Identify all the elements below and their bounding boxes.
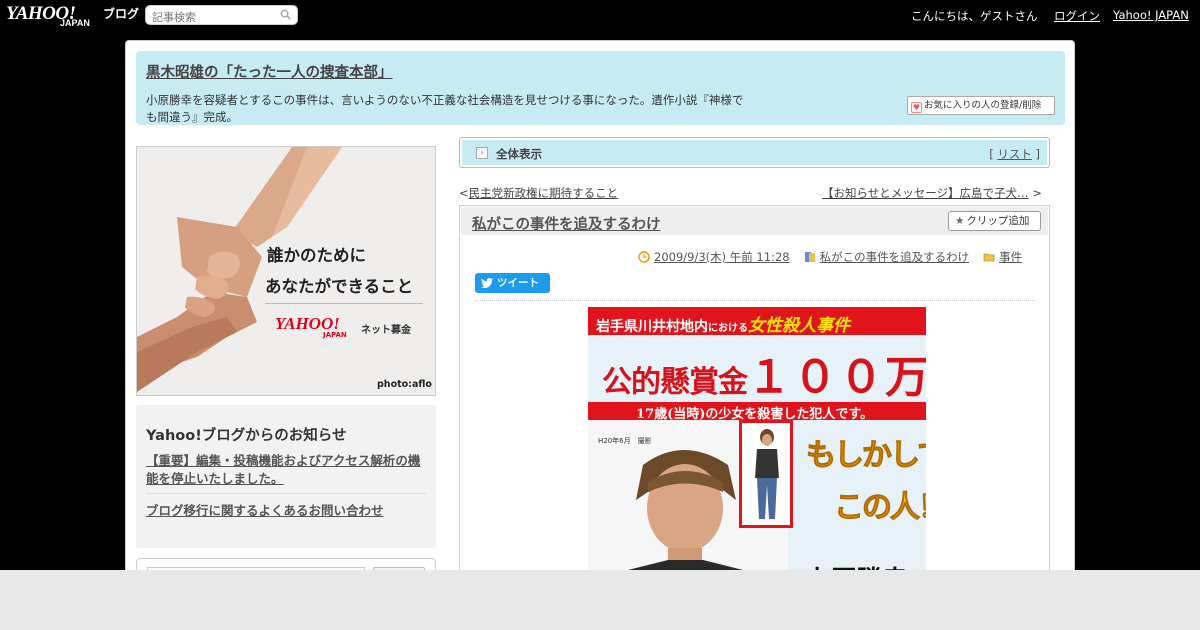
article-entry-link[interactable]: 私がこの事件を追及するわけ [820, 250, 970, 264]
yahoo-logo-sub: JAPAN [60, 18, 90, 28]
notice-title: Yahoo!ブログからのお知らせ [146, 428, 347, 444]
poster-reward-label: 公的懸賞金 [602, 365, 748, 400]
search-box [145, 5, 298, 27]
book-icon [804, 252, 815, 262]
poster-reward-text: 公的懸賞金１００万円 [602, 341, 926, 405]
yahoo-japan-link[interactable]: Yahoo! JAPAN [1113, 8, 1189, 22]
main-panel: 黒木昭雄の「たった一人の捜査本部」 小原勝幸を容疑者とするこの事件は、言いようの… [125, 40, 1075, 580]
favorite-register-label: お気に入りの人の登録/削除 [924, 100, 1042, 111]
blog-description: 小原勝幸を容疑者とするこの事件は、言いようのない不正義な社会構造を見せつける事に… [146, 93, 744, 124]
search-input[interactable] [152, 8, 277, 27]
handshake-image [137, 147, 435, 395]
poster-top-band: 岩手県川井村地内における女性殺人事件 [588, 307, 926, 336]
ad-service-name: ネット募金 [361, 325, 411, 336]
article-date[interactable]: 2009/9/3(木) 午前 11:28 [654, 250, 790, 264]
ad-banner[interactable]: 誰かのために あなたができること YAHOO! JAPAN ネット募金 phot… [136, 146, 436, 396]
notice-link-faq[interactable]: ブログ移行に関するよくあるお問い合わせ [146, 500, 384, 519]
article-category[interactable]: 事件 [999, 250, 1022, 264]
ad-brand-sub: JAPAN [323, 331, 347, 339]
poster-maybe-line2: この人！ [834, 490, 927, 526]
poster-band-prefix: 岩手県川井村地内 [596, 319, 708, 335]
twitter-bird-icon [481, 278, 493, 288]
top-bar: YAHOO! JAPAN ブログ こんにちは、ゲストさん ログイン Yahoo!… [0, 0, 1200, 32]
folder-icon [983, 253, 995, 262]
search-icon[interactable] [280, 9, 291, 20]
poster-sub-band: 17歳(当時)の少女を殺害した犯人です。 [588, 402, 926, 422]
ad-divider [265, 303, 423, 304]
poster-reward-amount: １００万円 [747, 352, 926, 403]
poster-band-small: における [708, 323, 748, 334]
list-view-link[interactable]: [ リスト ] [989, 146, 1040, 162]
bottom-overlay [0, 570, 1200, 630]
poster-photo-date: H20年6月 撮影 [598, 437, 652, 445]
all-view-bar: › 全体表示 [ リスト ] [459, 137, 1050, 168]
article-meta: 2009/9/3(木) 午前 11:28 私がこの事件を追及するわけ 事件 [638, 249, 1022, 265]
all-view-label[interactable]: 全体表示 [496, 146, 542, 162]
notice-link-important[interactable]: 【重要】編集・投稿機能およびアクセス解析の機能を停止いたしました。 [146, 452, 431, 488]
next-article-label[interactable]: 【お知らせとメッセージ】広島で子犬… [822, 186, 1029, 200]
wanted-poster-image: 岩手県川井村地内における女性殺人事件 公的懸賞金１００万円 17歳(当時)の少女… [588, 307, 927, 579]
suspect-full-body [742, 423, 790, 525]
article-title[interactable]: 私がこの事件を追及するわけ [472, 213, 661, 234]
login-link[interactable]: ログイン [1054, 8, 1100, 24]
heart-icon: ♥ [911, 102, 922, 113]
notice-divider [146, 493, 426, 494]
clip-add-label: クリップ追加 [966, 215, 1030, 227]
poster-band-text: 岩手県川井村地内における女性殺人事件 [596, 311, 850, 336]
favorite-register-button[interactable]: ♥ お気に入りの人の登録/削除 [907, 96, 1055, 115]
notice-box: Yahoo!ブログからのお知らせ 【重要】編集・投稿機能およびアクセス解析の機能… [136, 405, 436, 548]
ad-headline-2: あなたができること [265, 277, 414, 296]
suspect-inset-photo [739, 420, 793, 528]
prev-article-link[interactable]: <民主党新政権に期待すること [459, 185, 618, 201]
star-icon: ★ [955, 215, 965, 227]
blog-header: 黒木昭雄の「たった一人の捜査本部」 小原勝幸を容疑者とするこの事件は、言いようの… [136, 51, 1065, 125]
next-article-link[interactable]: 【お知らせとメッセージ】広島で子犬… > [822, 185, 1042, 201]
poster-reward: 公的懸賞金１００万円 [588, 335, 926, 405]
suspect-photo: H20年6月 撮影 [588, 420, 793, 579]
clock-icon [638, 251, 650, 263]
article-header: 私がこの事件を追及するわけ ★ クリップ追加 [461, 207, 1048, 235]
poster-band-case: 女性殺人事件 [748, 316, 850, 336]
ad-photo-credit: photo:aflo [377, 379, 432, 390]
poster-maybe-line1: もしかして [805, 438, 926, 474]
clip-add-button[interactable]: ★ クリップ追加 [948, 211, 1041, 231]
ad-headline-1: 誰かのために [267, 246, 366, 265]
chevron-right-icon[interactable]: › [476, 147, 488, 159]
poster-maybe: もしかして この人！ 小原勝幸 [794, 420, 927, 579]
dotted-divider [475, 300, 1035, 301]
greeting-text: こんにちは、ゲストさん [911, 9, 1038, 23]
tweet-button[interactable]: ツイート [475, 273, 550, 293]
list-view-label[interactable]: リスト [997, 147, 1032, 161]
prev-article-label[interactable]: 民主党新政権に期待すること [469, 186, 619, 200]
article: 私がこの事件を追及するわけ ★ クリップ追加 2009/9/3(木) 午前 11:… [459, 205, 1050, 579]
tweet-label: ツイート [497, 277, 539, 289]
blog-logo-text[interactable]: ブログ [103, 5, 139, 22]
blog-title[interactable]: 黒木昭雄の「たった一人の捜査本部」 [146, 61, 393, 82]
